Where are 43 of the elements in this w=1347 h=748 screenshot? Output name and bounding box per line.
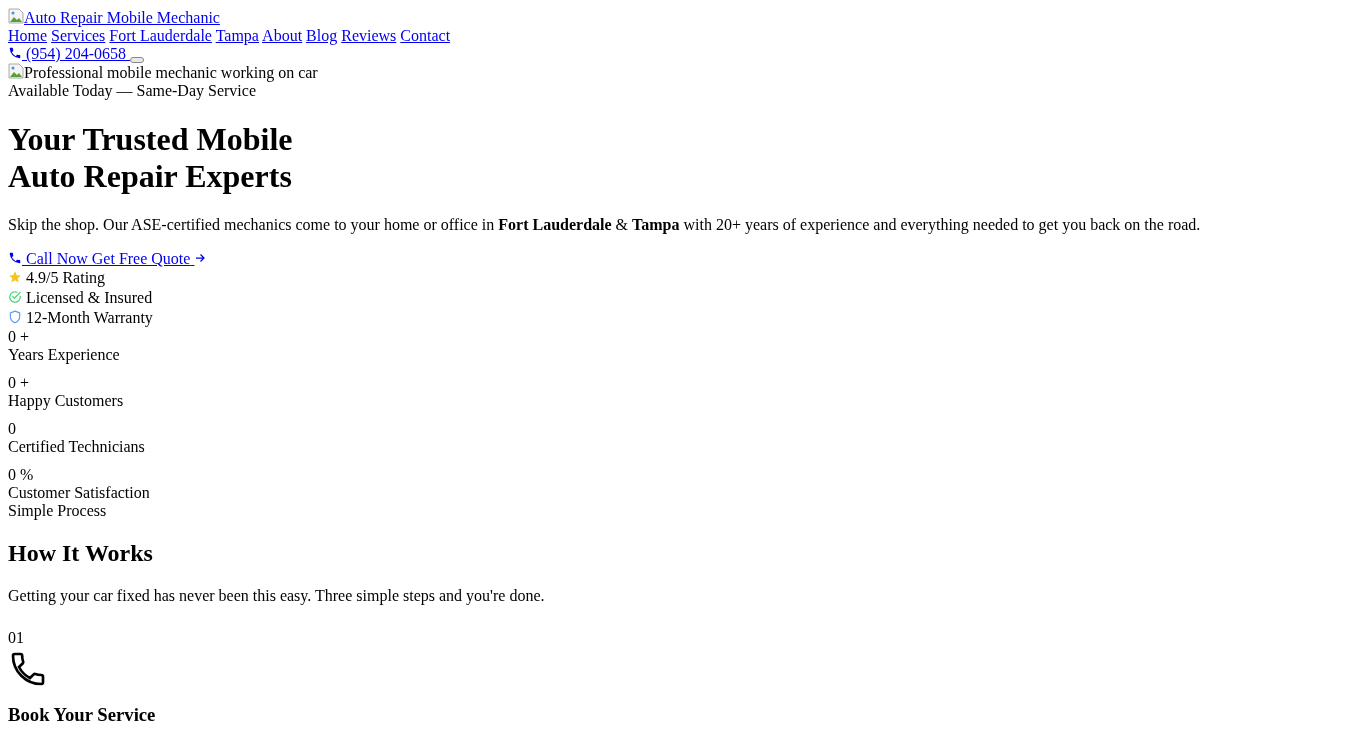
section-subtitle: Getting your car fixed has never been this easy. Three simple steps and you're done. (8, 587, 546, 605)
star-icon (8, 270, 22, 284)
stat-suffix: + (20, 328, 30, 345)
arrow-right-icon (194, 252, 207, 264)
step-number: 01 (8, 629, 24, 646)
nav-link[interactable]: Reviews (341, 27, 397, 44)
trust-label: 12-Month Warranty (26, 309, 153, 326)
image-alt-text: Professional mobile mechanic working on car (24, 64, 318, 81)
nav-link[interactable]: About (262, 27, 303, 44)
hero-intro: Skip the shop. Our ASE-certified mechanics come to your home or office in Fort Lauderdale & Tampa with 20+ years of experience and everything needed to get you back on the road. (8, 216, 1202, 234)
menu-toggle-button[interactable] (130, 57, 144, 63)
broken-image-icon (8, 8, 24, 24)
stat-value: 0 (8, 466, 16, 483)
nav-link[interactable]: Services (51, 27, 106, 44)
stat-suffix: % (20, 466, 34, 483)
nav-link[interactable]: Fort Lauderdale (109, 27, 212, 44)
stat-value: 0 (8, 420, 16, 437)
phone-icon (8, 251, 22, 265)
phone-icon (8, 46, 22, 60)
broken-image-icon (8, 63, 24, 79)
cta-link[interactable]: Call Now Get Free Quote (22, 250, 195, 267)
section-eyebrow: Simple Process (8, 502, 107, 519)
trust-label: 4.9/5 Rating (26, 269, 106, 286)
stat-label: Certified Technicians (8, 438, 145, 455)
nav-link[interactable]: Home (8, 27, 48, 44)
nav-link[interactable]: Contact (400, 27, 451, 44)
availability-text: Available Today — Same-Day Service (8, 82, 256, 99)
stat-value: 0 (8, 374, 16, 391)
trust-label: Licensed & Insured (26, 289, 153, 306)
stat-label: Happy Customers (8, 392, 124, 409)
stat-value: 0 (8, 328, 16, 345)
nav-link[interactable]: Tampa (215, 27, 259, 44)
phone-link[interactable]: (954) 204-0658 (22, 45, 130, 62)
nav-link[interactable]: Blog (306, 27, 338, 44)
section-title: How It Works (8, 540, 154, 567)
check-circle-icon (8, 290, 22, 304)
stat-label: Customer Satisfaction (8, 484, 150, 501)
stat-label: Years Experience (8, 346, 120, 363)
hero-title: Your Trusted Mobile Auto Repair Experts (8, 121, 294, 195)
step-title: Book Your Service (8, 705, 157, 725)
shield-icon (8, 310, 22, 324)
logo-link[interactable]: Auto Repair Mobile Mechanic (8, 9, 220, 26)
stat-suffix: + (20, 374, 30, 391)
